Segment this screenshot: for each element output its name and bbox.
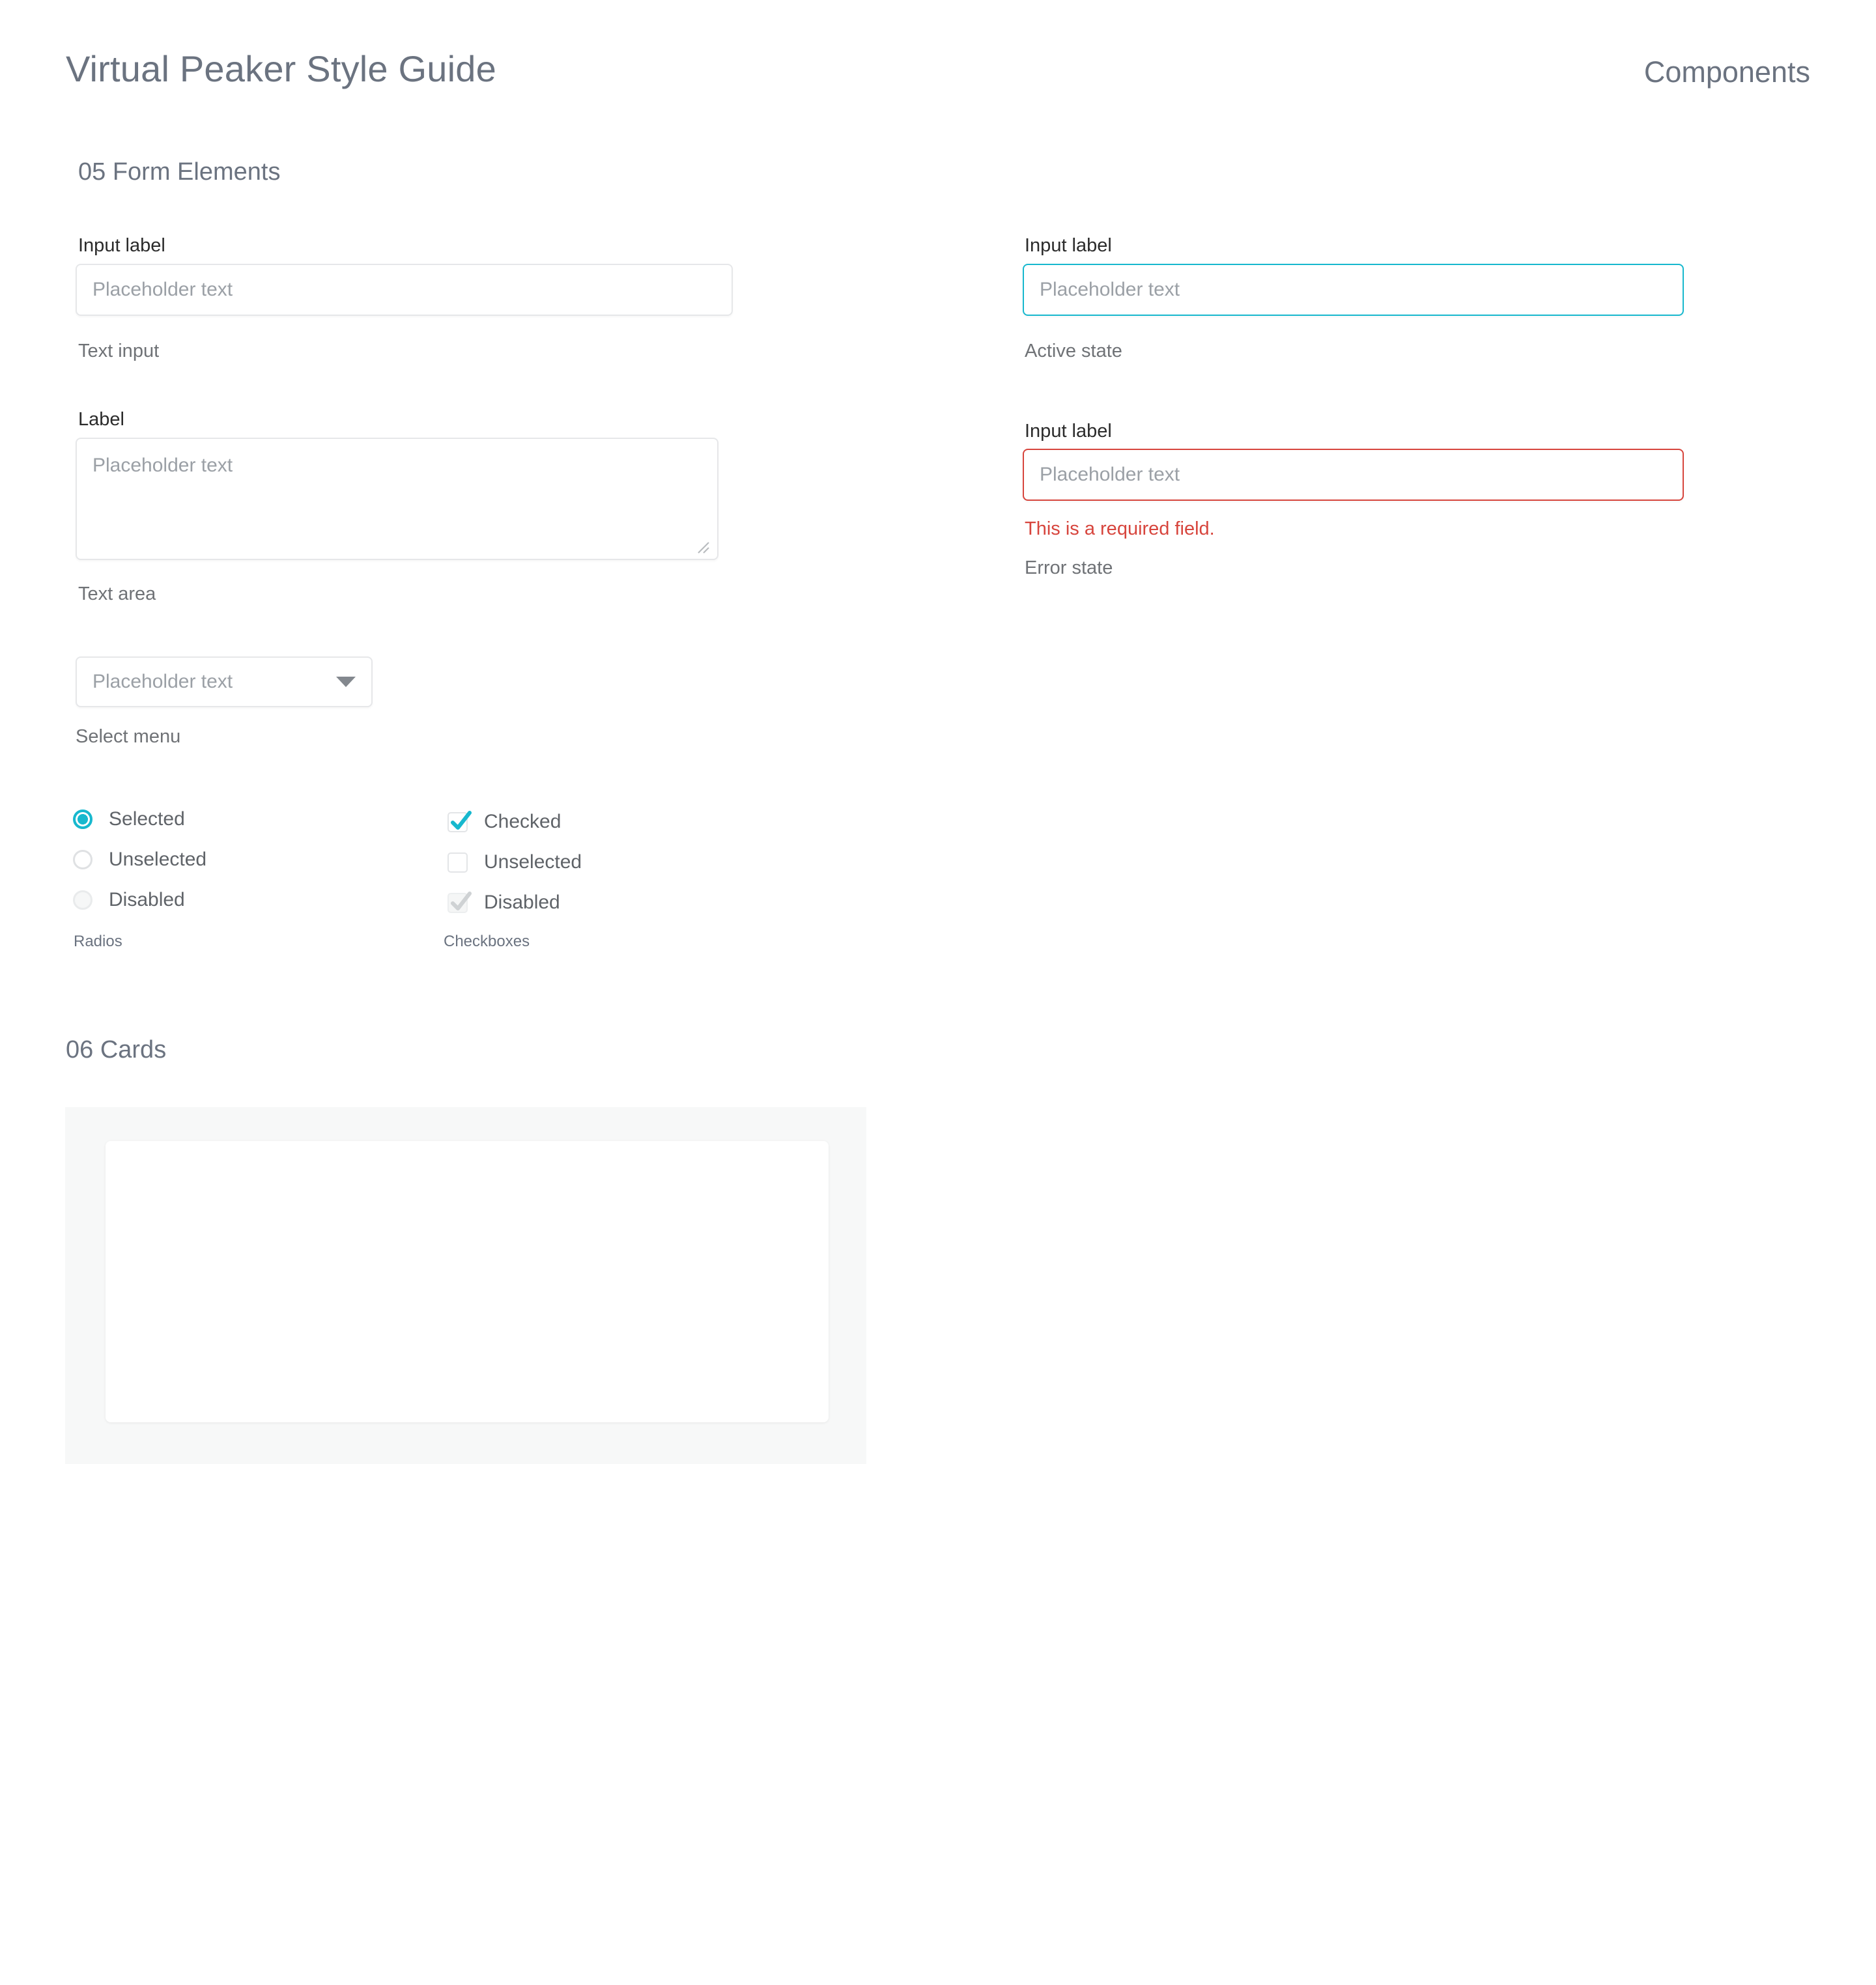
section-heading-form-elements: 05 Form Elements: [78, 158, 281, 186]
radio-option-selected[interactable]: Selected: [73, 805, 185, 834]
radios-caption: Radios: [74, 933, 122, 950]
text-area-label: Label: [78, 409, 124, 430]
radio-option-label: Disabled: [109, 889, 185, 910]
error-state-input[interactable]: [1023, 449, 1684, 501]
text-input[interactable]: [76, 264, 733, 316]
radio-unselected-icon: [73, 850, 92, 869]
error-input-caption: Error state: [1025, 557, 1113, 578]
radio-option-disabled: Disabled: [73, 886, 185, 914]
radio-disabled-icon: [73, 890, 92, 910]
radio-selected-icon: [73, 809, 92, 829]
section-heading-cards: 06 Cards: [66, 1036, 167, 1063]
active-input-label: Input label: [1025, 235, 1112, 256]
active-input-caption: Active state: [1025, 341, 1122, 361]
text-area-caption: Text area: [78, 584, 156, 604]
checkbox-option-label: Disabled: [484, 892, 560, 913]
section-kicker: Components: [1643, 55, 1810, 89]
checkbox-option-label: Checked: [484, 811, 561, 832]
select-menu-caption: Select menu: [76, 726, 181, 747]
radio-option-label: Selected: [109, 808, 185, 830]
error-input-label: Input label: [1025, 421, 1112, 442]
chevron-down-icon: [336, 677, 356, 687]
card-backdrop: [65, 1107, 866, 1464]
card[interactable]: [106, 1141, 829, 1422]
error-message: This is a required field.: [1025, 518, 1215, 539]
text-input-label: Input label: [78, 235, 165, 256]
page-header: Virtual Peaker Style Guide Components: [0, 0, 1876, 130]
page-title: Virtual Peaker Style Guide: [66, 48, 496, 89]
checkbox-disabled-icon: [448, 891, 472, 913]
active-state-input[interactable]: [1023, 264, 1684, 316]
radio-option-unselected[interactable]: Unselected: [73, 845, 206, 874]
select-menu-value: Placeholder text: [92, 671, 233, 692]
select-menu[interactable]: Placeholder text: [76, 656, 373, 707]
checkbox-unchecked-icon: [448, 852, 468, 873]
checkbox-option-unchecked[interactable]: Unselected: [448, 848, 582, 877]
text-input-caption: Text input: [78, 341, 160, 361]
radio-option-label: Unselected: [109, 849, 207, 870]
checkbox-option-checked[interactable]: Checked: [448, 808, 561, 836]
checkbox-option-disabled: Disabled: [448, 888, 560, 917]
checkbox-checked-icon: [448, 810, 472, 832]
text-area[interactable]: [76, 438, 718, 560]
checkboxes-caption: Checkboxes: [444, 933, 530, 950]
checkbox-option-label: Unselected: [484, 851, 582, 873]
